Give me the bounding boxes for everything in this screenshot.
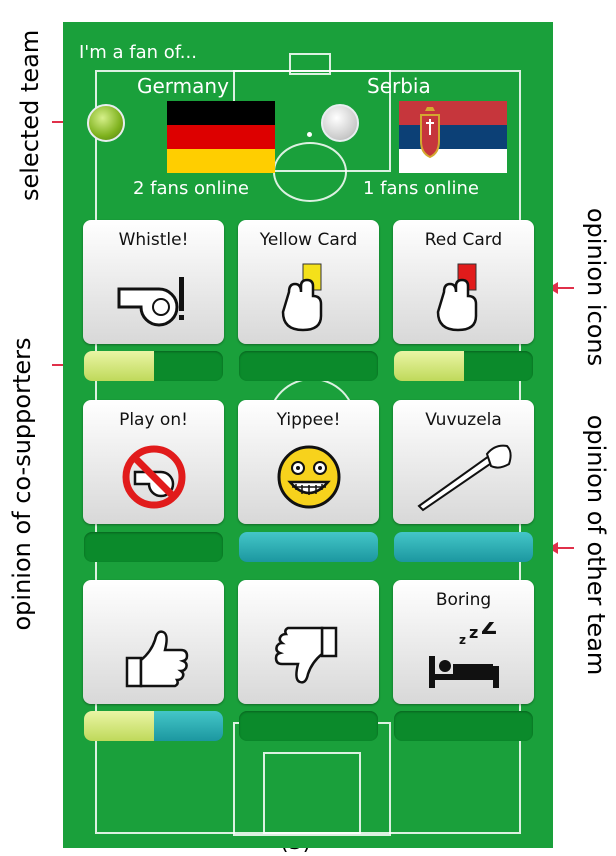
center-spot bbox=[307, 132, 312, 137]
opinion-bar bbox=[239, 532, 378, 562]
tile-yellow-card[interactable]: Yellow Card bbox=[238, 220, 379, 344]
tile-label: Yellow Card bbox=[259, 230, 358, 250]
tile-thumbs-up[interactable] bbox=[83, 580, 224, 704]
no-whistle-icon bbox=[83, 442, 224, 512]
tile-label: Boring bbox=[435, 590, 492, 610]
arrow-other-team bbox=[548, 542, 574, 554]
annotation-selected-team: selected team bbox=[16, 29, 44, 201]
other-team-fill bbox=[239, 532, 378, 562]
opinion-bar bbox=[84, 711, 223, 741]
svg-text:Z: Z bbox=[481, 622, 497, 640]
tile-label: Whistle! bbox=[118, 230, 189, 250]
tile-red-card[interactable]: Red Card bbox=[393, 220, 534, 344]
whistle-icon bbox=[83, 262, 224, 332]
team-name-germany: Germany bbox=[137, 74, 229, 98]
radio-serbia[interactable] bbox=[321, 104, 359, 142]
co-supporters-fill bbox=[394, 351, 464, 381]
other-team-fill bbox=[153, 711, 223, 741]
opinion-bar bbox=[394, 351, 533, 381]
co-supporters-fill bbox=[84, 711, 154, 741]
thumbs-up-icon bbox=[83, 622, 224, 692]
opinion-bar bbox=[394, 532, 533, 562]
opinion-bar bbox=[394, 711, 533, 741]
fan-title: I'm a fan of... bbox=[79, 42, 197, 63]
top-penalty-arc bbox=[273, 142, 347, 202]
serbia-flag[interactable] bbox=[399, 101, 507, 173]
tile-label: Yippee! bbox=[276, 410, 341, 430]
vuvuzela-icon bbox=[393, 442, 534, 512]
co-supporters-fill bbox=[84, 351, 154, 381]
grin-smiley-icon bbox=[238, 442, 379, 512]
red-card-icon bbox=[393, 262, 534, 332]
tile-label: Red Card bbox=[424, 230, 503, 250]
opinion-bar bbox=[239, 711, 378, 741]
svg-text:z: z bbox=[469, 623, 478, 642]
soccer-field-screen: I'm a fan of... Germany 2 fans online Se… bbox=[63, 22, 553, 848]
tile-play-on[interactable]: Play on! bbox=[83, 400, 224, 524]
fans-online-germany: 2 fans online bbox=[133, 178, 249, 199]
other-team-fill bbox=[394, 532, 533, 562]
annotation-opinion-icons: opinion icons bbox=[582, 207, 610, 367]
opinion-bar bbox=[84, 351, 223, 381]
tile-thumbs-down[interactable] bbox=[238, 580, 379, 704]
thumbs-down-icon bbox=[238, 622, 379, 692]
opinion-bar bbox=[239, 351, 378, 381]
top-goal-box bbox=[289, 53, 331, 75]
tile-label: Play on! bbox=[119, 410, 188, 430]
sleeping-bed-icon: z z Z bbox=[393, 622, 534, 692]
fans-online-serbia: 1 fans online bbox=[363, 178, 479, 199]
yellow-card-icon bbox=[238, 262, 379, 332]
germany-flag[interactable] bbox=[167, 101, 275, 173]
tile-boring[interactable]: Boring z z Z bbox=[393, 580, 534, 704]
tile-label: Vuvuzela bbox=[425, 410, 502, 430]
svg-text:z: z bbox=[459, 633, 466, 647]
annotation-other-team: opinion of other team bbox=[582, 414, 610, 676]
tile-yippee[interactable]: Yippee! bbox=[238, 400, 379, 524]
bottom-goal-box bbox=[263, 752, 361, 834]
opinion-bar bbox=[84, 532, 223, 562]
arrow-opinion-icons bbox=[548, 282, 574, 294]
radio-germany-selected[interactable] bbox=[87, 104, 125, 142]
tile-whistle[interactable]: Whistle! bbox=[83, 220, 224, 344]
team-name-serbia: Serbia bbox=[367, 74, 431, 98]
annotation-co-supporters: opinion of co-supporters bbox=[8, 337, 36, 631]
tile-vuvuzela[interactable]: Vuvuzela bbox=[393, 400, 534, 524]
